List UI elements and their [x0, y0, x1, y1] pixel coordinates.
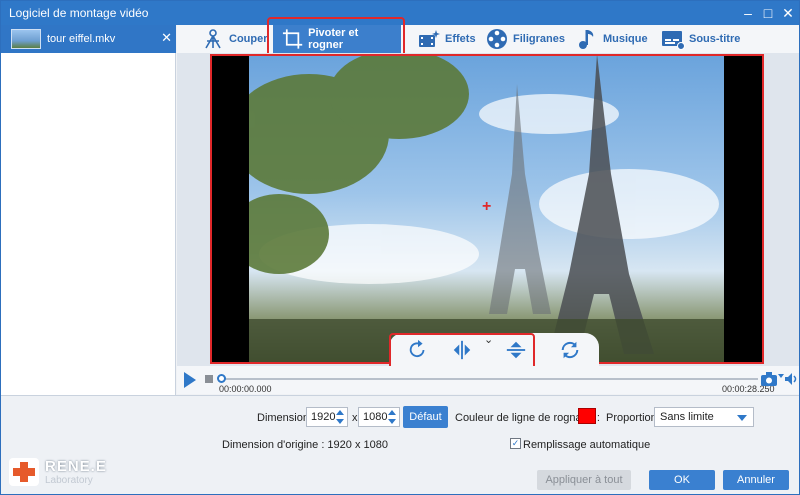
maximize-button[interactable]: □ [759, 4, 777, 22]
height-value: 1080 [363, 411, 388, 423]
subtitle-icon [662, 31, 685, 50]
tab-sous-titre[interactable]: Sous-titre [661, 25, 740, 53]
origin-dimension-label: Dimension d'origine : 1920 x 1080 [222, 439, 388, 451]
tab-label: Musique [603, 33, 648, 45]
settings-panel: Dimension : 1920 x 1080 Défaut Couleur d… [1, 395, 799, 494]
app-window: Logiciel de montage vidéo – □ ✕ tour eif… [0, 0, 800, 495]
play-button[interactable] [184, 372, 196, 388]
stepper-arrows-icon[interactable] [335, 409, 345, 425]
tab-couper[interactable]: Couper [201, 25, 268, 53]
autofill-label: Remplissage automatique [523, 439, 651, 451]
tab-effets[interactable]: Effets [417, 25, 476, 53]
tab-label: Filigranes [513, 33, 565, 45]
ok-button[interactable]: OK [649, 470, 715, 490]
remove-file-icon[interactable]: ✕ [161, 30, 172, 46]
rene-e-logo: RENE.E Laboratory [9, 456, 109, 488]
crop-color-swatch[interactable] [578, 408, 596, 424]
dimension-separator: x [352, 412, 358, 424]
video-thumbnail [11, 29, 41, 49]
watermark-reel-icon [487, 29, 507, 49]
autofill-checkbox[interactable]: ✓ [510, 438, 521, 449]
file-list-item[interactable]: tour eiffel.mkv ✕ [1, 25, 176, 53]
progress-knob[interactable] [217, 374, 226, 383]
chevron-down-icon [737, 415, 747, 421]
stop-button[interactable] [205, 375, 213, 383]
effects-film-icon [419, 30, 440, 47]
file-name: tour eiffel.mkv [47, 33, 116, 45]
minimize-button[interactable]: – [739, 4, 757, 22]
tripod-icon [205, 29, 221, 49]
logo-cross-icon [9, 458, 39, 486]
width-stepper[interactable]: 1920 [306, 407, 348, 427]
stepper-arrows-icon[interactable] [387, 409, 397, 425]
window-title: Logiciel de montage vidéo [9, 6, 149, 20]
logo-text: RENE.E [45, 458, 107, 475]
reset-rotation-icon[interactable] [559, 339, 581, 361]
tab-musique[interactable]: Musique [575, 25, 648, 53]
close-button[interactable]: ✕ [779, 4, 797, 22]
height-stepper[interactable]: 1080 [358, 407, 400, 427]
default-button[interactable]: Défaut [403, 406, 448, 428]
current-time: 00:00:00.000 [219, 384, 272, 394]
apply-all-button[interactable]: Appliquer à tout [537, 470, 631, 490]
ratio-select[interactable]: Sans limite [654, 407, 754, 427]
tab-label: Sous-titre [689, 33, 741, 45]
tab-label: Couper [229, 33, 268, 45]
tab-label: Effets [445, 33, 476, 45]
video-preview-area: + ⌄ [177, 53, 799, 366]
playback-timeline: 00:00:00.000 00:00:28.250 [177, 366, 799, 394]
logo-subtitle: Laboratory [45, 475, 93, 486]
volume-icon[interactable] [784, 372, 798, 386]
file-sidebar: tour eiffel.mkv ✕ [1, 25, 176, 395]
ratio-value: Sans limite [660, 411, 714, 423]
snapshot-camera-icon[interactable] [760, 371, 778, 387]
crop-center-crosshair: + [482, 198, 492, 215]
progress-track[interactable] [221, 378, 758, 380]
tab-filigranes[interactable]: Filigranes [485, 25, 565, 53]
width-value: 1920 [311, 411, 336, 423]
cancel-button[interactable]: Annuler [723, 470, 789, 490]
music-note-icon [579, 30, 594, 49]
